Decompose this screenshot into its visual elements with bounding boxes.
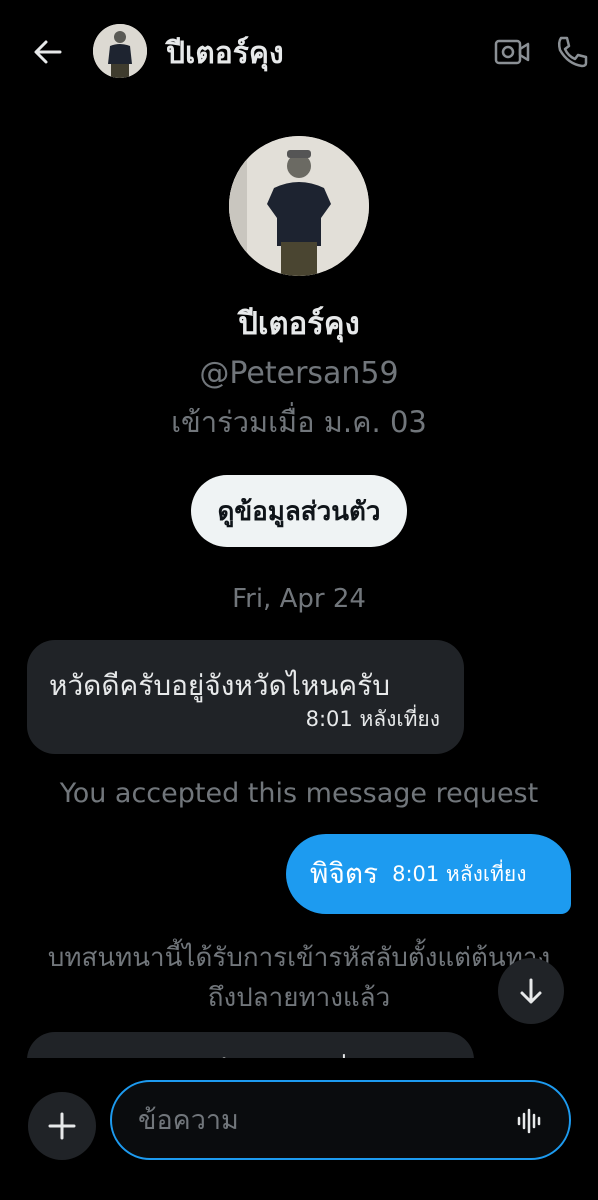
phone-icon <box>557 36 588 68</box>
voice-message-button[interactable] <box>515 1106 545 1136</box>
scroll-to-bottom-button[interactable] <box>498 958 564 1024</box>
arrow-down-icon <box>520 978 542 1004</box>
profile-name: ปีเตอร์คุง <box>238 306 360 342</box>
date-separator: Fri, Apr 24 <box>232 584 366 614</box>
view-profile-button[interactable]: ดูข้อมูลส่วนตัว <box>191 475 407 547</box>
video-camera-icon <box>494 39 530 65</box>
encryption-line-1: บทสนทนานี้ได้รับการเข้ารหัสลับตั้งแต่ต้น… <box>47 943 551 973</box>
header-avatar[interactable] <box>93 24 147 78</box>
conversation-header: ปีเตอร์คุง <box>0 0 598 100</box>
message-input-container[interactable] <box>110 1080 571 1160</box>
video-call-button[interactable] <box>492 32 532 72</box>
profile-handle: @Petersan59 <box>199 356 399 391</box>
system-message-accepted: You accepted this message request <box>59 778 539 809</box>
profile-card: ปีเตอร์คุง @Petersan59 เข้าร่วมเมื่อ ม.ค… <box>0 130 598 547</box>
message-input[interactable] <box>138 1104 498 1136</box>
back-arrow-icon <box>34 40 62 64</box>
back-button[interactable] <box>26 30 70 74</box>
profile-joined-date: เข้าร่วมเมื่อ ม.ค. 03 <box>171 405 427 439</box>
system-message-encryption: บทสนทนานี้ได้รับการเข้ารหัสลับตั้งแต่ต้น… <box>20 938 578 1018</box>
message-composer <box>0 1058 598 1200</box>
add-attachment-button[interactable] <box>28 1092 96 1160</box>
header-contact-name[interactable]: ปีเตอร์คุง <box>166 30 284 77</box>
message-text: หวัดดีครับอยู่จังหวัดไหนครับ <box>49 669 390 702</box>
message-timestamp: 8:01 หลังเที่ยง <box>392 861 527 886</box>
message-bubble-outgoing[interactable]: พิจิตร 8:01 หลังเที่ยง <box>286 834 571 914</box>
voice-call-button[interactable] <box>552 32 592 72</box>
message-text: พิจิตร <box>310 857 379 890</box>
plus-icon <box>48 1112 76 1140</box>
profile-avatar[interactable] <box>229 136 369 276</box>
message-bubble-incoming[interactable]: หวัดดีครับอยู่จังหวัดไหนครับ 8:01 หลังเท… <box>27 640 464 754</box>
voice-waveform-icon <box>517 1108 541 1134</box>
message-timestamp: 8:01 หลังเที่ยง <box>305 707 440 731</box>
encryption-line-2: ถึงปลายทางแล้ว <box>207 983 391 1013</box>
